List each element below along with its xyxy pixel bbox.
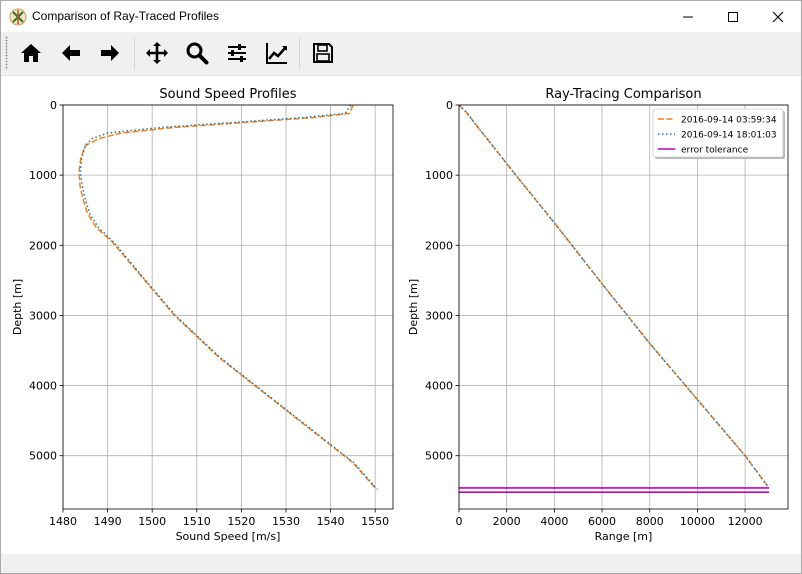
x-tick-label: 1520 xyxy=(227,515,255,528)
x-tick-label: 6000 xyxy=(588,515,616,528)
app-window: Comparison of Ray-Traced Profiles 1480 1… xyxy=(0,0,802,574)
edit-axis-button[interactable] xyxy=(259,35,295,71)
x-tick-label: 1510 xyxy=(183,515,211,528)
edit-axis-icon xyxy=(266,43,287,64)
save-icon xyxy=(313,43,333,63)
toolbar-grip[interactable] xyxy=(5,36,8,70)
forward-icon xyxy=(101,45,119,61)
minimize-button[interactable] xyxy=(665,1,711,32)
pan-button[interactable] xyxy=(139,35,175,71)
x-tick-label: 8000 xyxy=(636,515,664,528)
y-tick-label: 5000 xyxy=(425,450,453,463)
minimize-icon xyxy=(683,16,693,17)
y-tick-label: 2000 xyxy=(29,239,57,252)
x-tick-label: 1550 xyxy=(361,515,389,528)
y-tick-label: 0 xyxy=(50,99,57,112)
pan-icon xyxy=(146,42,168,64)
configure-subplots-icon xyxy=(228,44,246,62)
y-axis-label: Depth [m] xyxy=(407,279,420,335)
home-icon xyxy=(21,44,41,62)
legend-label: 2016-09-14 03:59:34 xyxy=(681,116,777,126)
x-tick-label: 1480 xyxy=(49,515,77,528)
y-tick-label: 2000 xyxy=(425,239,453,252)
x-tick-label: 1530 xyxy=(272,515,300,528)
figure-canvas[interactable]: 1480 1490 1500 1510 1520 1530 1540 1550 0 1000 200… xyxy=(1,76,801,554)
legend-label: 2016-09-14 18:01:03 xyxy=(681,131,777,141)
home-button[interactable] xyxy=(13,35,49,71)
y-tick-label: 0 xyxy=(446,99,453,112)
chart-title: Ray-Tracing Comparison xyxy=(545,87,701,102)
save-button[interactable] xyxy=(305,35,341,71)
window-title: Comparison of Ray-Traced Profiles xyxy=(32,9,219,23)
x-tick-label: 1540 xyxy=(317,515,345,528)
back-icon xyxy=(62,45,80,61)
chart-title: Sound Speed Profiles xyxy=(159,87,296,102)
x-tick-label: 12000 xyxy=(728,515,763,528)
close-button[interactable] xyxy=(755,1,801,32)
x-axis-label: Sound Speed [m/s] xyxy=(176,530,281,543)
back-button[interactable] xyxy=(53,35,89,71)
legend-label: error tolerance xyxy=(681,146,749,156)
y-tick-label: 4000 xyxy=(425,380,453,393)
x-tick-label: 1500 xyxy=(138,515,166,528)
maximize-button[interactable] xyxy=(710,1,756,32)
y-tick-label: 5000 xyxy=(29,450,57,463)
y-tick-label: 3000 xyxy=(29,309,57,322)
x-tick-label: 4000 xyxy=(540,515,568,528)
y-axis-label: Depth [m] xyxy=(11,279,24,335)
title-bar: Comparison of Ray-Traced Profiles xyxy=(1,1,801,32)
toolbar xyxy=(1,32,801,76)
status-bar xyxy=(1,554,801,573)
app-icon xyxy=(9,8,27,26)
zoom-icon xyxy=(186,42,209,65)
y-tick-label: 3000 xyxy=(425,309,453,322)
figure-svg: 1480 1490 1500 1510 1520 1530 1540 1550 0 1000 200… xyxy=(11,87,789,543)
plot-area xyxy=(63,105,393,509)
y-tick-label: 1000 xyxy=(425,169,453,182)
toolbar-separator xyxy=(134,37,135,69)
y-tick-label: 1000 xyxy=(29,169,57,182)
close-icon xyxy=(772,11,784,22)
maximize-icon xyxy=(728,11,738,22)
toolbar-separator xyxy=(299,37,300,69)
x-tick-label: 2000 xyxy=(493,515,521,528)
x-tick-label: 10000 xyxy=(680,515,715,528)
x-tick-label: 1490 xyxy=(94,515,122,528)
zoom-button[interactable] xyxy=(179,35,215,71)
y-tick-label: 4000 xyxy=(29,380,57,393)
x-tick-label: 0 xyxy=(456,515,463,528)
forward-button[interactable] xyxy=(92,35,128,71)
configure-subplots-button[interactable] xyxy=(219,35,255,71)
x-axis-label: Range [m] xyxy=(595,530,653,543)
